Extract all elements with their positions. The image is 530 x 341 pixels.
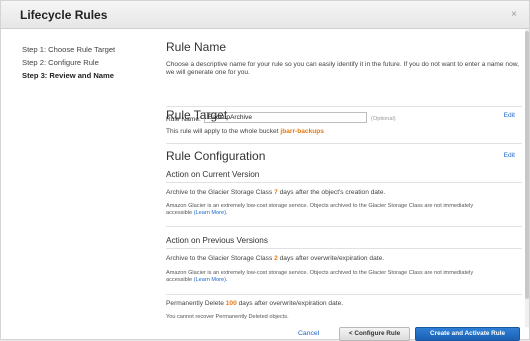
- previous-action-suffix: days after overwrite/expiration date.: [279, 255, 385, 262]
- rule-name-heading: Rule Name: [166, 40, 227, 54]
- permanent-delete-note: You cannot recover Permanently Deleted o…: [166, 314, 289, 320]
- bucket-name: jbarr-backups: [280, 128, 324, 135]
- previous-versions-action: Archive to the Glacier Storage Class 2 d…: [166, 255, 384, 263]
- divider: [166, 106, 522, 107]
- divider: [166, 294, 522, 295]
- wizard-steps: Step 1: Choose Rule Target Step 2: Confi…: [22, 43, 115, 82]
- delete-days-value: 100: [225, 300, 237, 307]
- rule-target-text: This rule will apply to the whole bucket…: [166, 128, 324, 136]
- current-version-note: Amazon Glacier is an extremely low-cost …: [166, 203, 496, 217]
- previous-learn-more-link[interactable]: (Learn More).: [194, 277, 228, 283]
- current-learn-more-link[interactable]: (Learn More).: [194, 210, 228, 216]
- current-action-suffix: days after the object's creation date.: [279, 189, 386, 196]
- rule-config-edit-link[interactable]: Edit: [504, 152, 515, 159]
- previous-versions-note: Amazon Glacier is an extremely low-cost …: [166, 270, 496, 284]
- dialog-title: Lifecycle Rules: [20, 8, 108, 22]
- rule-target-edit-link[interactable]: Edit: [504, 112, 515, 119]
- previous-days-value: 2: [274, 255, 278, 262]
- current-action-prefix: Archive to the Glacier Storage Class: [166, 189, 273, 196]
- current-version-heading: Action on Current Version: [166, 170, 260, 179]
- step-review-and-name[interactable]: Step 3: Review and Name: [22, 69, 115, 82]
- cancel-button[interactable]: Cancel: [298, 330, 319, 337]
- rule-config-heading: Rule Configuration: [166, 149, 266, 163]
- create-and-activate-rule-button[interactable]: Create and Activate Rule: [415, 327, 520, 341]
- previous-versions-heading: Action on Previous Versions: [166, 236, 268, 245]
- divider: [166, 248, 522, 249]
- step-configure-rule[interactable]: Step 2: Configure Rule: [22, 56, 115, 69]
- dialog-header: Lifecycle Rules ×: [1, 1, 529, 29]
- permanent-delete-action: Permanently Delete 100 days after overwr…: [166, 300, 343, 308]
- current-version-action: Archive to the Glacier Storage Class 7 d…: [166, 189, 385, 197]
- close-icon[interactable]: ×: [511, 9, 517, 20]
- delete-action-suffix: days after overwrite/expiration date.: [238, 300, 344, 307]
- previous-action-prefix: Archive to the Glacier Storage Class: [166, 255, 273, 262]
- delete-action-prefix: Permanently Delete: [166, 300, 224, 307]
- rule-target-prefix: This rule will apply to the whole bucket: [166, 128, 279, 135]
- step-choose-rule-target[interactable]: Step 1: Choose Rule Target: [22, 43, 115, 56]
- divider: [166, 182, 522, 183]
- rule-name-input[interactable]: [204, 112, 367, 123]
- rule-name-description: Choose a descriptive name for your rule …: [166, 61, 519, 76]
- configure-rule-button[interactable]: < Configure Rule: [339, 327, 410, 341]
- divider: [166, 226, 522, 227]
- current-days-value: 7: [274, 189, 278, 196]
- divider: [166, 143, 522, 144]
- rule-target-heading: Rule Target: [166, 108, 228, 122]
- rule-name-optional-hint: (Optional): [371, 116, 396, 122]
- lifecycle-rules-dialog: Lifecycle Rules × Step 1: Choose Rule Ta…: [0, 0, 530, 341]
- scrollbar-thumb[interactable]: [525, 31, 529, 299]
